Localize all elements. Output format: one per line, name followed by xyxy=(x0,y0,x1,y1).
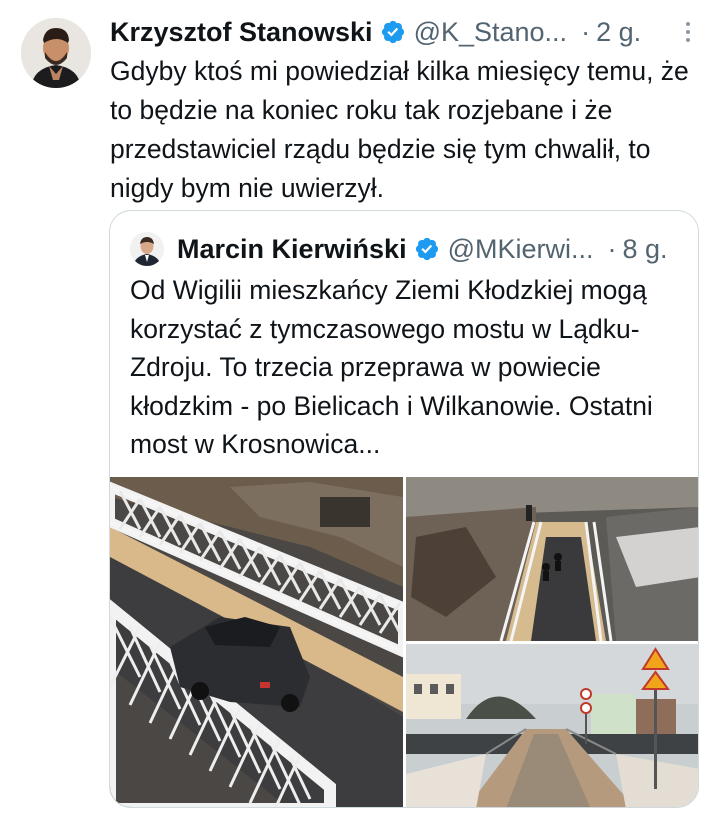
photo-bridge-car[interactable] xyxy=(110,477,403,807)
author-handle[interactable]: @K_Stano... xyxy=(414,17,568,48)
quoted-timestamp[interactable]: 8 g. xyxy=(623,234,668,265)
quoted-tweet[interactable]: Marcin Kierwiński @MKierwi... · 8 g. Od … xyxy=(109,210,699,808)
post-header: Krzysztof Stanowski @K_Stano... · 2 g. xyxy=(110,14,700,50)
quoted-author-handle[interactable]: @MKierwi... xyxy=(448,234,594,265)
media-grid xyxy=(110,477,698,807)
tweet-text: Gdyby ktoś mi powiedział kilka miesięcy … xyxy=(110,56,689,203)
separator-dot: · xyxy=(581,16,591,47)
tweet[interactable]: Krzysztof Stanowski @K_Stano... · 2 g. G… xyxy=(0,0,720,818)
photo-bridge-street[interactable] xyxy=(406,644,698,807)
more-options-icon[interactable] xyxy=(676,20,700,44)
quoted-tweet-text: Od Wigilii mieszkańcy Ziemi Kłodzkiej mo… xyxy=(130,275,653,459)
separator-dot: · xyxy=(607,233,617,264)
quoted-author-avatar xyxy=(130,232,164,266)
photo-bridge-aerial[interactable] xyxy=(406,477,698,641)
verified-badge-icon xyxy=(414,236,440,262)
author-avatar[interactable] xyxy=(21,18,91,88)
author-name[interactable]: Krzysztof Stanowski xyxy=(110,17,373,48)
post-timestamp[interactable]: 2 g. xyxy=(596,17,641,48)
verified-badge-icon xyxy=(380,19,406,45)
quoted-author-name[interactable]: Marcin Kierwiński xyxy=(177,234,407,265)
quoted-header: Marcin Kierwiński @MKierwi... · 8 g. xyxy=(130,229,682,269)
